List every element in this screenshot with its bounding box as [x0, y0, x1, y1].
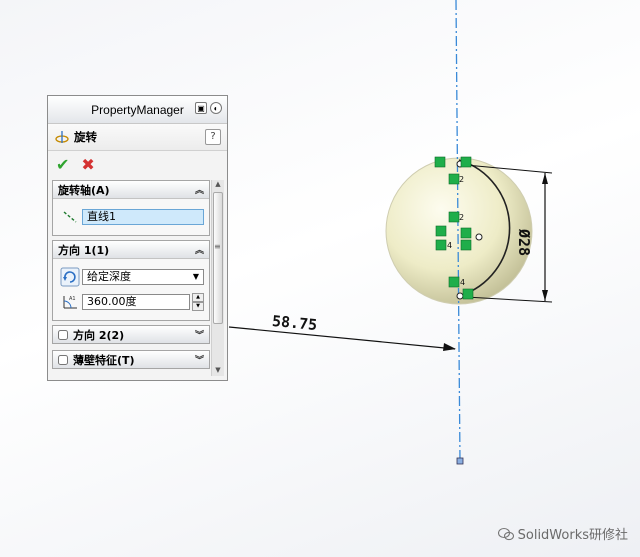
expand-chevron-icon[interactable]: ︾: [195, 328, 204, 341]
property-manager-panel: PropertyManager ▣ ◐ 旋转 ? ✔ ✖ 旋转轴(A) ︽ 直线…: [47, 95, 228, 381]
angle-spinner[interactable]: ▲ ▼: [192, 293, 204, 311]
group-header-direction-1[interactable]: 方向 1(1) ︽: [53, 241, 209, 259]
watermark: SolidWorks研修社: [497, 524, 628, 543]
distance-dim-line[interactable]: [228, 326, 456, 350]
dropdown-arrow-icon: ▼: [192, 272, 199, 281]
scroll-up-icon[interactable]: ▲: [212, 180, 224, 190]
diameter-dimension-value[interactable]: Ø28: [515, 229, 533, 256]
ok-cancel-row: ✔ ✖: [48, 151, 227, 177]
group-thin-feature: 薄壁特征(T) ︾: [52, 350, 210, 369]
panel-title: PropertyManager: [91, 102, 184, 117]
feature-name: 旋转: [74, 130, 97, 144]
relation-label: 4: [460, 278, 465, 287]
direction-2-checkbox[interactable]: [58, 329, 68, 340]
group-direction-1: 方向 1(1) ︽ 给定深度 ▼ A1 360.00度 ▲ ▼: [52, 240, 210, 321]
reverse-direction-icon[interactable]: [58, 266, 82, 288]
relation-label: 4: [447, 241, 452, 250]
angle-input[interactable]: 360.00度: [82, 294, 190, 310]
relation-marker[interactable]: [434, 156, 446, 168]
diameter-arrow-bottom: [542, 290, 548, 301]
group-direction-2: 方向 2(2) ︾: [52, 325, 210, 344]
group-label: 方向 2(2): [73, 328, 125, 342]
scroll-thumb[interactable]: [213, 192, 223, 324]
sketch-point-bottom[interactable]: [456, 292, 464, 300]
sketch-point-center[interactable]: [475, 233, 483, 241]
relation-marker[interactable]: [435, 225, 447, 237]
relation-label: 2: [459, 175, 464, 184]
group-revolve-axis: 旋转轴(A) ︽ 直线1: [52, 180, 210, 236]
relation-label: 2: [459, 213, 464, 222]
diameter-arrow-top: [542, 173, 548, 184]
relation-marker[interactable]: [448, 173, 460, 185]
axis-selection-field[interactable]: 直线1: [82, 209, 204, 225]
panel-scroll-area: 旋转轴(A) ︽ 直线1 方向 1(1) ︽ 给定深度 ▼ A1 360.00度…: [52, 180, 210, 376]
feature-title-row: 旋转 ?: [48, 124, 227, 151]
svg-text:A1: A1: [69, 296, 76, 302]
end-condition-select[interactable]: 给定深度 ▼: [82, 269, 204, 285]
relation-marker[interactable]: [448, 276, 460, 288]
relation-marker[interactable]: [448, 211, 460, 223]
group-header-direction-2[interactable]: 方向 2(2) ︾: [53, 326, 209, 343]
cancel-button[interactable]: ✖: [81, 155, 94, 174]
watermark-text: SolidWorks研修社: [517, 528, 628, 543]
spin-down-icon[interactable]: ▼: [192, 302, 204, 311]
scroll-down-icon[interactable]: ▼: [212, 366, 224, 376]
relation-marker[interactable]: [460, 156, 472, 168]
angle-icon: A1: [58, 291, 82, 313]
collapse-chevron-icon[interactable]: ︽: [195, 183, 204, 196]
ok-button[interactable]: ✔: [56, 155, 69, 174]
spin-up-icon[interactable]: ▲: [192, 293, 204, 302]
axis-line-icon: [58, 206, 82, 228]
group-label: 旋转轴(A): [58, 183, 110, 197]
group-header-thin-feature[interactable]: 薄壁特征(T) ︾: [53, 351, 209, 368]
distance-arrow: [443, 343, 456, 351]
panel-scrollbar[interactable]: ▲ ≡ ▼: [211, 180, 224, 376]
group-label: 方向 1(1): [58, 243, 110, 257]
thin-feature-checkbox[interactable]: [58, 354, 68, 365]
panel-header: PropertyManager ▣ ◐: [48, 96, 227, 124]
relation-marker[interactable]: [462, 288, 474, 300]
relation-marker[interactable]: [435, 239, 447, 251]
revolve-icon: [55, 131, 69, 143]
group-header-axis[interactable]: 旋转轴(A) ︽: [53, 181, 209, 199]
scroll-grip-icon: ≡: [214, 242, 221, 251]
expand-chevron-icon[interactable]: ︾: [195, 353, 204, 366]
collapse-chevron-icon[interactable]: ︽: [195, 243, 204, 256]
relation-marker[interactable]: [460, 227, 472, 239]
end-condition-value: 给定深度: [87, 270, 131, 283]
hide-panel-icon[interactable]: ◐: [210, 102, 222, 114]
pin-icon[interactable]: ▣: [195, 102, 207, 114]
axis-endpoint[interactable]: [456, 457, 464, 465]
help-button[interactable]: ?: [205, 129, 221, 145]
group-label: 薄壁特征(T): [73, 353, 135, 367]
relation-marker[interactable]: [460, 239, 472, 251]
wechat-icon: [497, 527, 514, 540]
